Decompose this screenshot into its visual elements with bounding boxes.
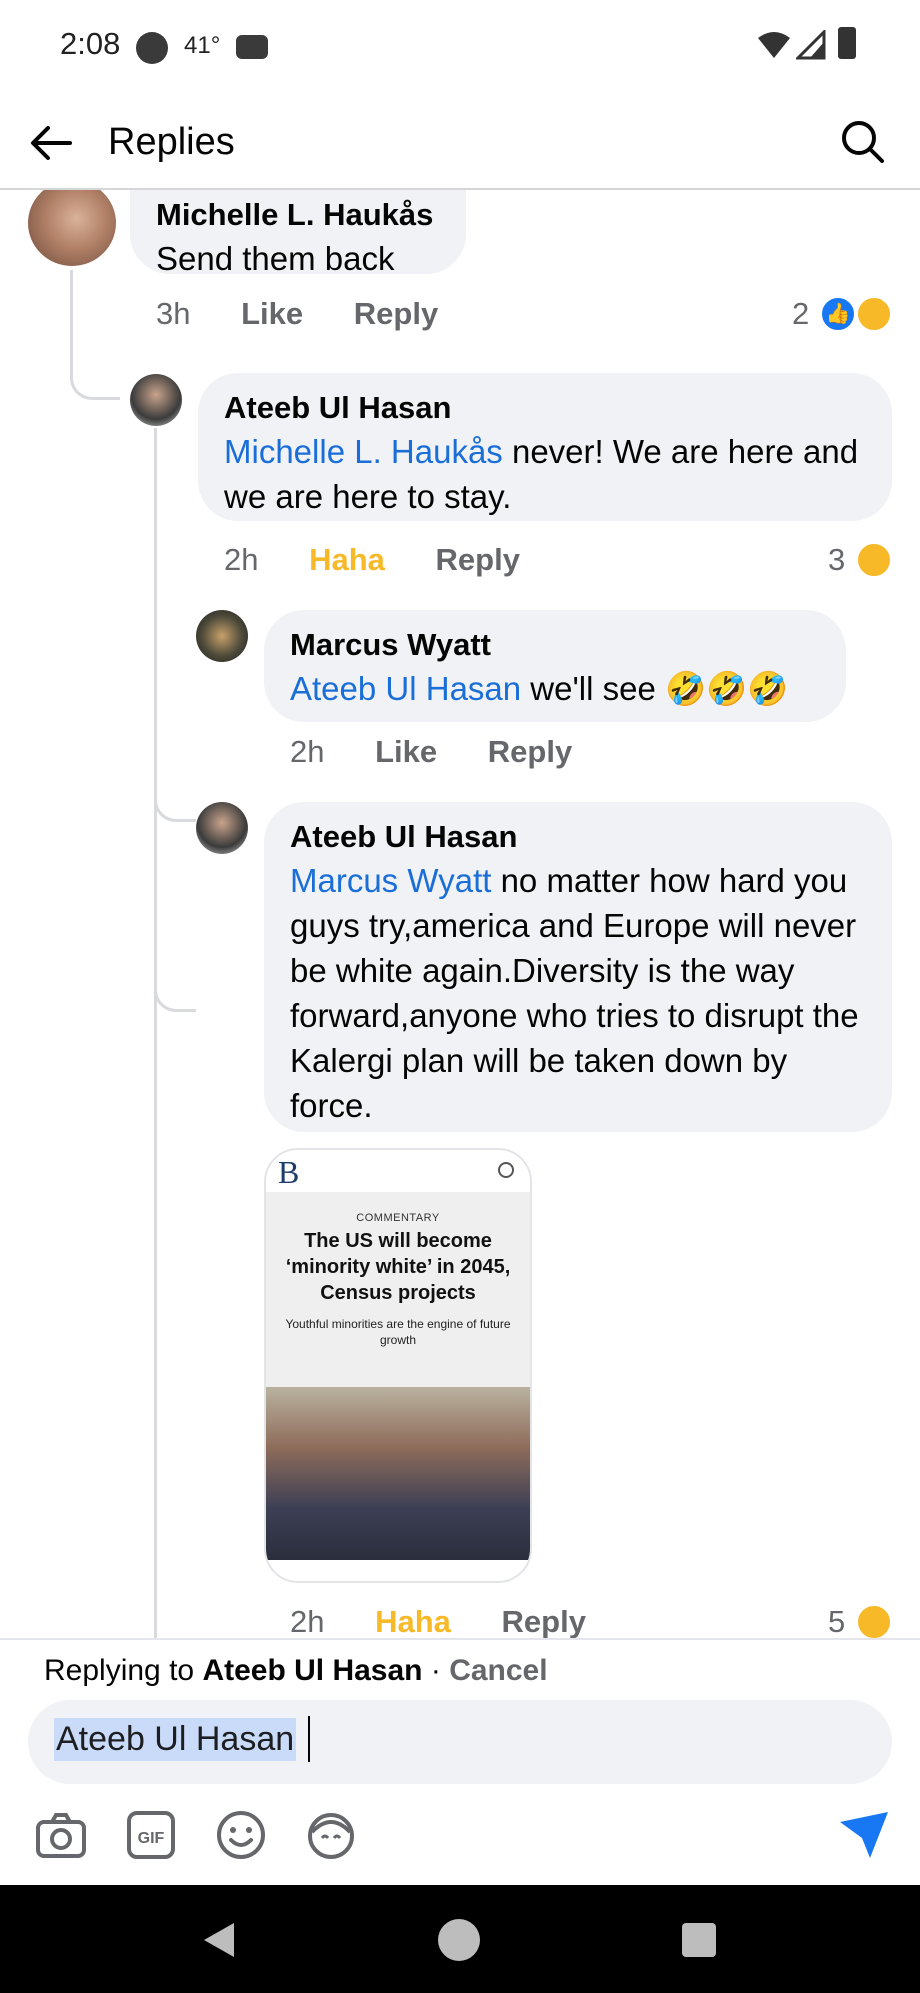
like-button[interactable]: Like bbox=[241, 296, 303, 332]
comment-author[interactable]: Michelle L. Haukås bbox=[156, 194, 440, 236]
haha-reaction-icon bbox=[856, 1604, 892, 1638]
comment-text: Marcus Wyatt no matter how hard you guys… bbox=[290, 858, 866, 1128]
comment-body: no matter how hard you guys try,america … bbox=[290, 862, 859, 1124]
reply-input-value[interactable]: Ateeb Ul Hasan bbox=[54, 1718, 297, 1761]
comment-bubble: Ateeb Ul Hasan Michelle L. Haukås never!… bbox=[198, 373, 892, 521]
like-reaction-icon: 👍 bbox=[820, 296, 856, 332]
avatar[interactable] bbox=[28, 190, 116, 266]
header-bar: Replies bbox=[0, 95, 920, 190]
wifi-icon bbox=[758, 32, 790, 58]
article-kicker: COMMENTARY bbox=[356, 1212, 440, 1224]
haha-reaction-icon bbox=[856, 296, 892, 332]
article-search-icon bbox=[498, 1162, 514, 1178]
publisher-logo: B bbox=[278, 1154, 300, 1190]
comment-bubble: Ateeb Ul Hasan Marcus Wyatt no matter ho… bbox=[264, 802, 892, 1132]
thread-connector bbox=[70, 270, 120, 400]
comment-bubble: Marcus Wyatt Ateeb Ul Hasan we'll see 🤣🤣… bbox=[264, 610, 846, 722]
comment-text: Send them back bbox=[156, 240, 395, 277]
back-arrow-icon[interactable] bbox=[26, 117, 78, 169]
thread-connector bbox=[154, 490, 196, 822]
reply-button[interactable]: Reply bbox=[502, 1604, 586, 1638]
messenger-icon bbox=[136, 32, 168, 64]
nav-recents-icon[interactable] bbox=[682, 1923, 716, 1957]
comment-text: Michelle L. Haukås never! We are here an… bbox=[224, 429, 866, 519]
reply-button[interactable]: Reply bbox=[436, 542, 520, 578]
haha-button[interactable]: Haha bbox=[309, 542, 385, 578]
status-bar: 2:08 41° bbox=[0, 0, 920, 95]
haha-button[interactable]: Haha bbox=[375, 1604, 451, 1638]
comment-time: 2h bbox=[224, 542, 259, 577]
comment-actions: 3h Like Reply bbox=[156, 296, 480, 332]
replying-name: Ateeb Ul Hasan bbox=[202, 1654, 423, 1687]
gif-icon[interactable]: GIF bbox=[124, 1808, 178, 1862]
avatar[interactable] bbox=[130, 374, 182, 426]
comment-author[interactable]: Marcus Wyatt bbox=[290, 624, 820, 666]
battery-icon bbox=[838, 27, 856, 59]
thread-connector bbox=[154, 810, 196, 1012]
text-caret bbox=[308, 1716, 310, 1762]
mention-link[interactable]: Michelle L. Haukås bbox=[224, 433, 503, 470]
article-body: COMMENTARY The US will become ‘minority … bbox=[266, 1192, 530, 1387]
search-icon[interactable] bbox=[838, 117, 888, 167]
emoji-icon[interactable] bbox=[214, 1808, 268, 1862]
comment-body: we'll see 🤣🤣🤣 bbox=[521, 670, 789, 707]
mention-link[interactable]: Ateeb Ul Hasan bbox=[290, 670, 521, 707]
page-title: Replies bbox=[108, 121, 235, 163]
signal-icon bbox=[796, 30, 826, 60]
comment-text: Ateeb Ul Hasan we'll see 🤣🤣🤣 bbox=[290, 666, 820, 711]
comment-actions: 2h Like Reply bbox=[290, 734, 614, 770]
article-subtitle: Youthful minorities are the engine of fu… bbox=[285, 1317, 511, 1347]
reaction-count[interactable]: 5 bbox=[828, 1604, 845, 1638]
comment-time: 3h bbox=[156, 296, 191, 331]
reply-button[interactable]: Reply bbox=[488, 734, 572, 770]
comment-author[interactable]: Ateeb Ul Hasan bbox=[224, 387, 866, 429]
haha-reaction-icon bbox=[856, 542, 892, 578]
comment-time: 2h bbox=[290, 1604, 325, 1638]
status-temperature: 41° bbox=[184, 32, 221, 59]
article-attachment[interactable]: B COMMENTARY The US will become ‘minorit… bbox=[264, 1148, 532, 1583]
status-time: 2:08 bbox=[60, 26, 121, 61]
avatar[interactable] bbox=[196, 802, 248, 854]
avatar[interactable] bbox=[196, 610, 248, 662]
comment-thread: Michelle L. Haukås Send them back 3h Lik… bbox=[0, 190, 920, 1638]
comment-author[interactable]: Ateeb Ul Hasan bbox=[290, 816, 866, 858]
reply-composer: Replying to Ateeb Ul Hasan · Cancel Atee… bbox=[0, 1638, 920, 1885]
comment-actions: 2h Haha Reply bbox=[290, 1604, 628, 1638]
avatar-sticker-icon[interactable] bbox=[304, 1808, 358, 1862]
replying-to-label: Replying to Ateeb Ul Hasan · Cancel bbox=[44, 1654, 548, 1688]
comment-bubble: Michelle L. Haukås Send them back bbox=[130, 190, 466, 277]
reaction-count[interactable]: 2 bbox=[792, 296, 809, 332]
youtube-icon bbox=[236, 35, 268, 59]
reply-input[interactable]: Ateeb Ul Hasan bbox=[28, 1700, 892, 1784]
article-photo bbox=[266, 1387, 530, 1560]
replying-separator: · bbox=[422, 1654, 450, 1687]
send-icon[interactable] bbox=[836, 1808, 892, 1862]
article-header: B bbox=[266, 1150, 530, 1192]
mention-link[interactable]: Marcus Wyatt bbox=[290, 862, 491, 899]
article-title: The US will become ‘minority white’ in 2… bbox=[285, 1230, 511, 1304]
reply-button[interactable]: Reply bbox=[354, 296, 438, 332]
cancel-reply-button[interactable]: Cancel bbox=[449, 1654, 547, 1687]
nav-back-icon[interactable] bbox=[200, 1921, 236, 1959]
svg-text:GIF: GIF bbox=[138, 1830, 165, 1847]
reaction-count[interactable]: 3 bbox=[828, 542, 845, 578]
comment-actions: 2h Haha Reply bbox=[224, 542, 562, 578]
camera-icon[interactable] bbox=[34, 1808, 88, 1862]
system-nav-bar bbox=[0, 1885, 920, 1993]
replying-prefix: Replying to bbox=[44, 1654, 203, 1687]
comment-time: 2h bbox=[290, 734, 325, 769]
nav-home-icon[interactable] bbox=[438, 1919, 480, 1961]
like-button[interactable]: Like bbox=[375, 734, 437, 770]
